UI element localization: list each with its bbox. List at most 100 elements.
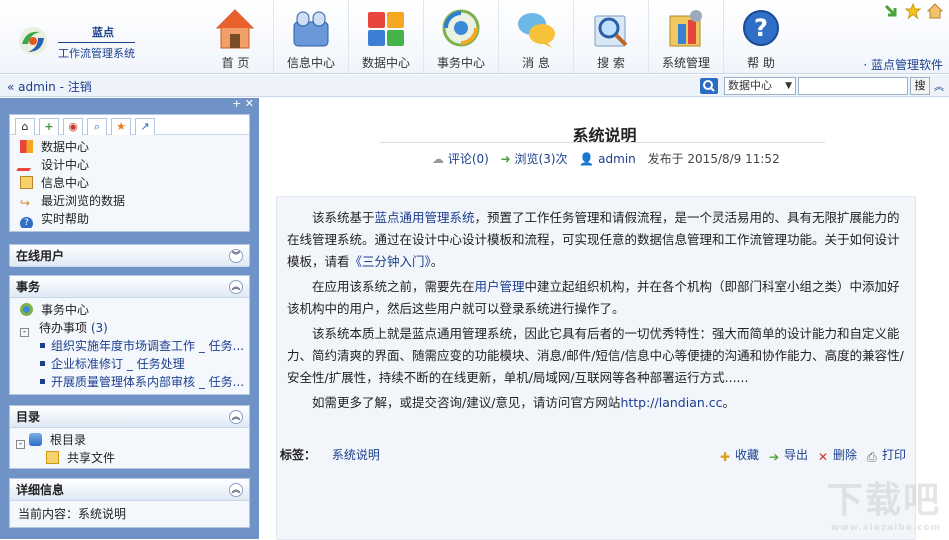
- quick-link-info-center[interactable]: 信息中心: [10, 174, 249, 192]
- top-right-tools: [883, 2, 944, 20]
- data-center-small-icon: [20, 140, 33, 153]
- article-paragraph: 该系统本质上就是蓝点通用管理系统，因此它具有后者的一切优秀特性：强大而简单的设计…: [287, 323, 905, 389]
- pending-tasks-node[interactable]: - 待办事项 (3): [10, 319, 249, 337]
- favorite-star-icon[interactable]: [904, 2, 922, 20]
- details-panel: 详细信息 ︽ 当前内容：系统说明: [9, 478, 250, 528]
- system-name: 工作流管理系统: [58, 42, 135, 61]
- action-label: 收藏: [735, 448, 760, 462]
- pencil-icon: [16, 158, 37, 171]
- article-paragraph: 如需更多了解，或提交咨询/建议/意见，请访问官方网站http://landian…: [287, 392, 905, 414]
- search-button[interactable]: 搜: [910, 77, 930, 95]
- logout-link[interactable]: 注销: [68, 80, 92, 94]
- expand-icon[interactable]: ︾: [229, 249, 243, 263]
- export-button[interactable]: ➔ 导出: [769, 446, 808, 464]
- watermark: 下载吧 www.xiazaiba.com: [827, 471, 941, 533]
- collapse-icon[interactable]: ︽: [229, 483, 243, 497]
- export-icon: ➔: [769, 450, 780, 464]
- username-link[interactable]: admin: [18, 80, 56, 94]
- tab-add-icon[interactable]: +: [39, 118, 59, 135]
- sidebar: + ✕ ⌂ + ◉ ⌕ ★ ↗ 数据中心 设计中心 信息中心 ↪ 最近浏览的数据 …: [0, 97, 259, 539]
- root-directory-label: 根目录: [50, 433, 87, 447]
- panel-title: 目录: [16, 410, 41, 424]
- separator: -: [59, 80, 68, 94]
- action-label: 删除: [833, 448, 858, 462]
- collapse-icon[interactable]: ︽: [229, 280, 243, 294]
- pending-task-item[interactable]: 组织实施年度市场调查工作 _ 任务...: [10, 337, 249, 355]
- collapse-left-icon[interactable]: «: [7, 80, 14, 94]
- print-button[interactable]: ⎙ 打印: [867, 446, 906, 464]
- system-admin-icon: [669, 10, 702, 47]
- print-icon: ⎙: [867, 450, 877, 464]
- quick-link-data-center[interactable]: 数据中心: [10, 138, 249, 156]
- text: 。: [430, 254, 444, 269]
- delete-button[interactable]: ✕ 删除: [818, 446, 858, 464]
- directory-header[interactable]: 目录 ︽: [10, 406, 249, 428]
- details-header[interactable]: 详细信息 ︽: [10, 479, 249, 501]
- author-link[interactable]: admin: [598, 152, 636, 166]
- pending-count: (3): [90, 321, 108, 335]
- search-scope-select[interactable]: 数据中心 ▼: [724, 77, 796, 95]
- user-management-link[interactable]: 用户管理: [475, 279, 525, 294]
- task-center-small-icon: [20, 303, 33, 316]
- top-header: 蓝点 工作流管理系统 首 页 信息中心 数据中心 事务中心 消 息 搜 索 系统…: [0, 0, 949, 74]
- pending-task-item[interactable]: 开展质量管理体系内部审核 _ 任务...: [10, 373, 249, 391]
- shared-files-label: 共享文件: [67, 451, 116, 465]
- watermark-url: www.xiazaiba.com: [831, 523, 941, 533]
- tab-home-icon[interactable]: ⌂: [15, 118, 35, 135]
- quick-link-label: 设计中心: [41, 158, 90, 172]
- nav-data-center[interactable]: 数据中心: [348, 0, 423, 74]
- tab-star-icon[interactable]: ★: [111, 118, 131, 135]
- official-site-link[interactable]: http://landian.cc: [620, 395, 722, 410]
- brand-name: 蓝点: [92, 26, 114, 39]
- nav-search-label: 搜 索: [597, 56, 625, 70]
- nav-home[interactable]: 首 页: [198, 0, 273, 74]
- tab-arrow-icon[interactable]: ↗: [135, 118, 155, 135]
- user-line: « admin - 注销: [7, 78, 92, 95]
- favorite-button[interactable]: ✚ 收藏: [720, 446, 760, 464]
- data-center-icon: [368, 12, 404, 46]
- collapse-icon[interactable]: ︽: [229, 410, 243, 424]
- tab-search-icon[interactable]: ⌕: [87, 118, 107, 135]
- pending-label: 待办事项: [39, 321, 88, 335]
- database-icon: [29, 433, 42, 446]
- search-input[interactable]: [798, 77, 908, 95]
- home-small-icon[interactable]: [926, 3, 944, 19]
- app-logo[interactable]: 蓝点 工作流管理系统: [14, 18, 164, 62]
- nav-help[interactable]: ? 帮 助: [723, 0, 798, 74]
- recent-arrow-icon: ↪: [20, 196, 31, 210]
- search-magnifier-icon[interactable]: [700, 78, 718, 94]
- tasks-header[interactable]: 事务 ︽: [10, 276, 249, 298]
- bullet-icon: [40, 361, 45, 366]
- pending-task-item[interactable]: 企业标准修订 _ 任务处理: [10, 355, 249, 373]
- nav-search[interactable]: 搜 索: [573, 0, 648, 74]
- nav-info-center[interactable]: 信息中心: [273, 0, 348, 74]
- nav-messages-label: 消 息: [522, 56, 550, 70]
- sidebar-window-controls[interactable]: + ✕: [232, 97, 254, 110]
- online-users-header[interactable]: 在线用户 ︾: [10, 245, 249, 267]
- nav-info-center-label: 信息中心: [286, 56, 335, 70]
- tab-eye-icon[interactable]: ◉: [63, 118, 83, 135]
- download-arrow-icon[interactable]: [883, 3, 899, 19]
- root-directory-node[interactable]: - 根目录: [10, 431, 249, 449]
- nav-task-center[interactable]: 事务中心: [423, 0, 498, 74]
- published-date: 发布于 2015/8/9 11:52: [647, 152, 780, 166]
- quick-link-recent[interactable]: ↪ 最近浏览的数据: [10, 192, 249, 210]
- shared-files-node[interactable]: 共享文件: [10, 449, 249, 467]
- tag-link[interactable]: 系统说明: [332, 448, 380, 462]
- nav-messages[interactable]: 消 息: [498, 0, 573, 74]
- main-nav: 首 页 信息中心 数据中心 事务中心 消 息 搜 索 系统管理 ? 帮 助: [198, 0, 798, 74]
- quick-link-help[interactable]: ? 实时帮助: [10, 210, 249, 228]
- views-link[interactable]: 浏览(3)次: [515, 152, 568, 166]
- nav-system-admin[interactable]: 系统管理: [648, 0, 723, 74]
- pending-task-label: 开展质量管理体系内部审核 _ 任务...: [51, 375, 245, 389]
- landian-system-link[interactable]: 蓝点通用管理系统: [375, 210, 475, 225]
- delete-icon: ✕: [818, 450, 829, 464]
- quickstart-link[interactable]: 《三分钟入门》: [350, 254, 431, 269]
- quick-link-design-center[interactable]: 设计中心: [10, 156, 249, 174]
- brand-link[interactable]: · 蓝点管理软件: [863, 56, 943, 73]
- pending-task-label: 企业标准修订 _ 任务处理: [51, 357, 185, 371]
- task-center-link[interactable]: 事务中心: [10, 301, 249, 319]
- comments-link[interactable]: 评论(0): [448, 152, 489, 166]
- home-icon: [215, 9, 255, 49]
- collapse-up-icon[interactable]: ︽: [934, 78, 944, 93]
